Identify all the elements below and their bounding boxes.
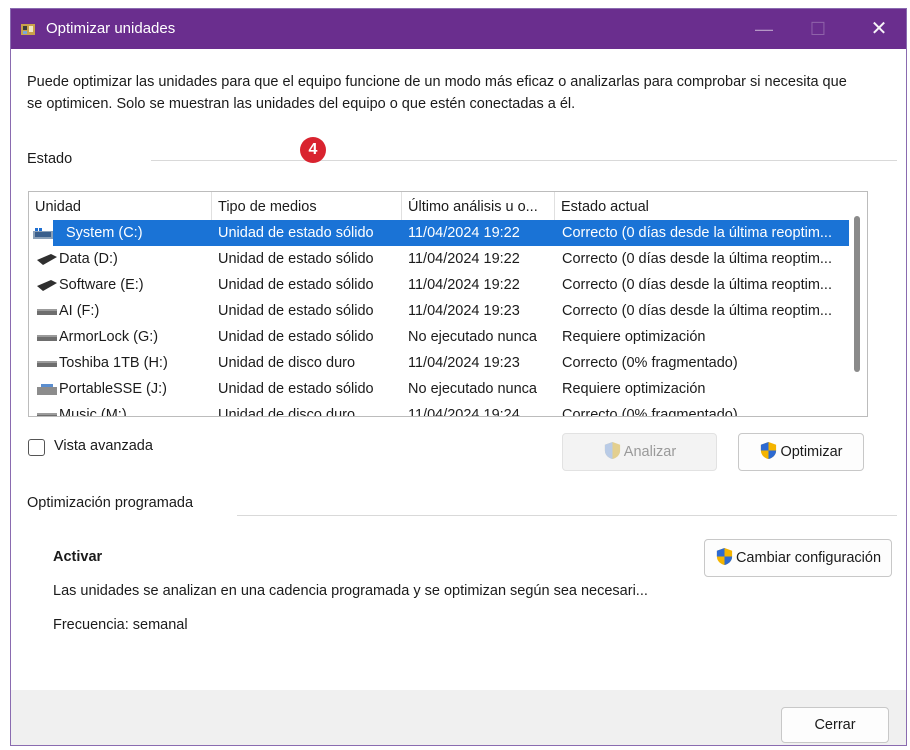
row-cell-last: 11/04/2024 19:22 xyxy=(408,251,520,267)
uac-shield-icon xyxy=(604,441,620,460)
scroll-thumb[interactable] xyxy=(854,216,860,372)
table-row[interactable]: PortableSSE (J:) Unidad de estado sólido N… xyxy=(29,376,839,402)
schedule-frequency: Frecuencia: semanal xyxy=(53,617,188,633)
uac-shield-icon xyxy=(716,547,733,566)
title-bar[interactable]: Optimizar unidades — ☐ ✕ xyxy=(11,9,906,49)
drive-icon xyxy=(37,335,57,341)
table-row[interactable]: Data (D:) Unidad de estado sólido 11/04/20… xyxy=(29,246,839,272)
row-cell-type: Unidad de disco duro xyxy=(218,355,356,371)
dialog-footer: Cerrar xyxy=(11,690,906,745)
row-cell-type: Unidad de estado sólido xyxy=(218,303,374,319)
row-cell-type: Unidad de disco duro xyxy=(218,407,356,417)
table-row[interactable]: AI (F:) Unidad de estado sólido 11/04/2024… xyxy=(29,298,839,324)
advanced-view-label: Vista avanzada xyxy=(54,438,153,454)
row-cell-name: Toshiba 1TB (H:) xyxy=(59,355,168,371)
row-cell-state: Requiere optimización xyxy=(562,329,706,345)
row-cell-last: 11/04/2024 19:24 xyxy=(408,407,520,417)
intro-text: Puede optimizar las unidades para que el… xyxy=(27,74,847,112)
ssd-icon xyxy=(37,254,57,265)
drives-list[interactable]: Unidad Tipo de medios Último análisis u … xyxy=(28,191,868,417)
row-cell-state: Requiere optimización xyxy=(562,381,706,397)
row-cell-type: Unidad de estado sólido xyxy=(218,277,374,293)
row-cell-type: Unidad de estado sólido xyxy=(218,251,374,267)
windows-drive-icon xyxy=(33,228,53,239)
column-header-tipo[interactable]: Tipo de medios xyxy=(212,192,402,220)
row-cell-name: Data (D:) xyxy=(59,251,118,267)
maximize-button[interactable]: ☐ xyxy=(795,9,841,49)
change-config-label: Cambiar configuración xyxy=(735,550,882,566)
analyze-label: Analizar xyxy=(623,444,677,460)
row-cell-state: Correcto (0% fragmentado) xyxy=(562,355,738,371)
drives-list-header: Unidad Tipo de medios Último análisis u … xyxy=(29,192,851,220)
row-cell-state: Correcto (0% fragmentado) xyxy=(562,407,738,417)
table-row[interactable]: Software (E:) Unidad de estado sólido 11/0… xyxy=(29,272,839,298)
row-cell-state: Correcto (0 días desde la última reoptim… xyxy=(562,225,832,241)
row-cell-last: 11/04/2024 19:22 xyxy=(408,277,520,293)
table-row[interactable]: Toshiba 1TB (H:) Unidad de disco duro 11/0… xyxy=(29,350,839,376)
row-cell-name: Software (E:) xyxy=(59,277,144,293)
drives-list-scrollbar[interactable] xyxy=(849,192,867,416)
column-header-estado[interactable]: Estado actual xyxy=(555,192,851,220)
uac-shield-icon xyxy=(761,441,777,460)
usb-drive-icon xyxy=(37,384,57,395)
row-cell-name: ArmorLock (G:) xyxy=(59,329,159,345)
row-cell-last: No ejecutado nunca xyxy=(408,381,537,397)
table-row[interactable]: System (C:) Unidad de estado sólido 11/04/… xyxy=(33,220,857,246)
row-cell-state: Correcto (0 días desde la última reoptim… xyxy=(562,277,832,293)
change-config-button[interactable]: Cambiar configuración xyxy=(704,539,892,577)
window-title: Optimizar unidades xyxy=(46,20,176,37)
row-cell-type: Unidad de estado sólido xyxy=(218,329,374,345)
schedule-status-title: Activar xyxy=(53,549,103,565)
optimize-button[interactable]: Optimizar xyxy=(738,433,864,471)
row-cell-last: 11/04/2024 19:23 xyxy=(408,303,520,319)
status-group-label: Estado xyxy=(27,151,73,167)
row-cell-last: No ejecutado nunca xyxy=(408,329,537,345)
status-divider xyxy=(151,160,897,161)
optimize-drives-window: Optimizar unidades — ☐ ✕ Puede optimizar… xyxy=(10,8,907,746)
schedule-divider xyxy=(237,515,897,516)
table-row[interactable]: Music (M:) Unidad de disco duro 11/04/2024… xyxy=(29,402,839,417)
row-cell-type: Unidad de estado sólido xyxy=(218,225,374,241)
close-window-button[interactable]: ✕ xyxy=(856,9,902,49)
row-cell-name: PortableSSE (J:) xyxy=(59,381,167,397)
analyze-button[interactable]: Analizar xyxy=(562,433,717,471)
optimize-label: Optimizar xyxy=(780,444,843,460)
ssd-icon xyxy=(37,280,57,291)
drive-icon xyxy=(37,413,57,416)
column-header-unidad[interactable]: Unidad xyxy=(29,192,212,220)
drive-icon xyxy=(37,309,57,315)
table-row[interactable]: ArmorLock (G:) Unidad de estado sólido No … xyxy=(29,324,839,350)
row-cell-last: 11/04/2024 19:22 xyxy=(408,225,520,241)
row-cell-name: System (C:) xyxy=(66,225,143,241)
close-button[interactable]: Cerrar xyxy=(781,707,889,743)
column-header-ultimo-analisis[interactable]: Último análisis u o... xyxy=(402,192,555,220)
schedule-description: Las unidades se analizan en una cadencia… xyxy=(53,583,648,599)
row-cell-name: Music (M:) xyxy=(59,407,127,417)
row-cell-state: Correcto (0 días desde la última reoptim… xyxy=(562,251,832,267)
minimize-button[interactable]: — xyxy=(741,9,787,49)
row-cell-last: 11/04/2024 19:23 xyxy=(408,355,520,371)
advanced-view-checkbox[interactable] xyxy=(28,439,45,456)
schedule-group-label: Optimización programada xyxy=(27,495,194,511)
drive-icon xyxy=(37,361,57,367)
row-cell-name: AI (F:) xyxy=(59,303,100,319)
step-badge: 4 xyxy=(300,137,326,163)
row-cell-state: Correcto (0 días desde la última reoptim… xyxy=(562,303,832,319)
row-cell-type: Unidad de estado sólido xyxy=(218,381,374,397)
defrag-app-icon xyxy=(21,24,35,35)
